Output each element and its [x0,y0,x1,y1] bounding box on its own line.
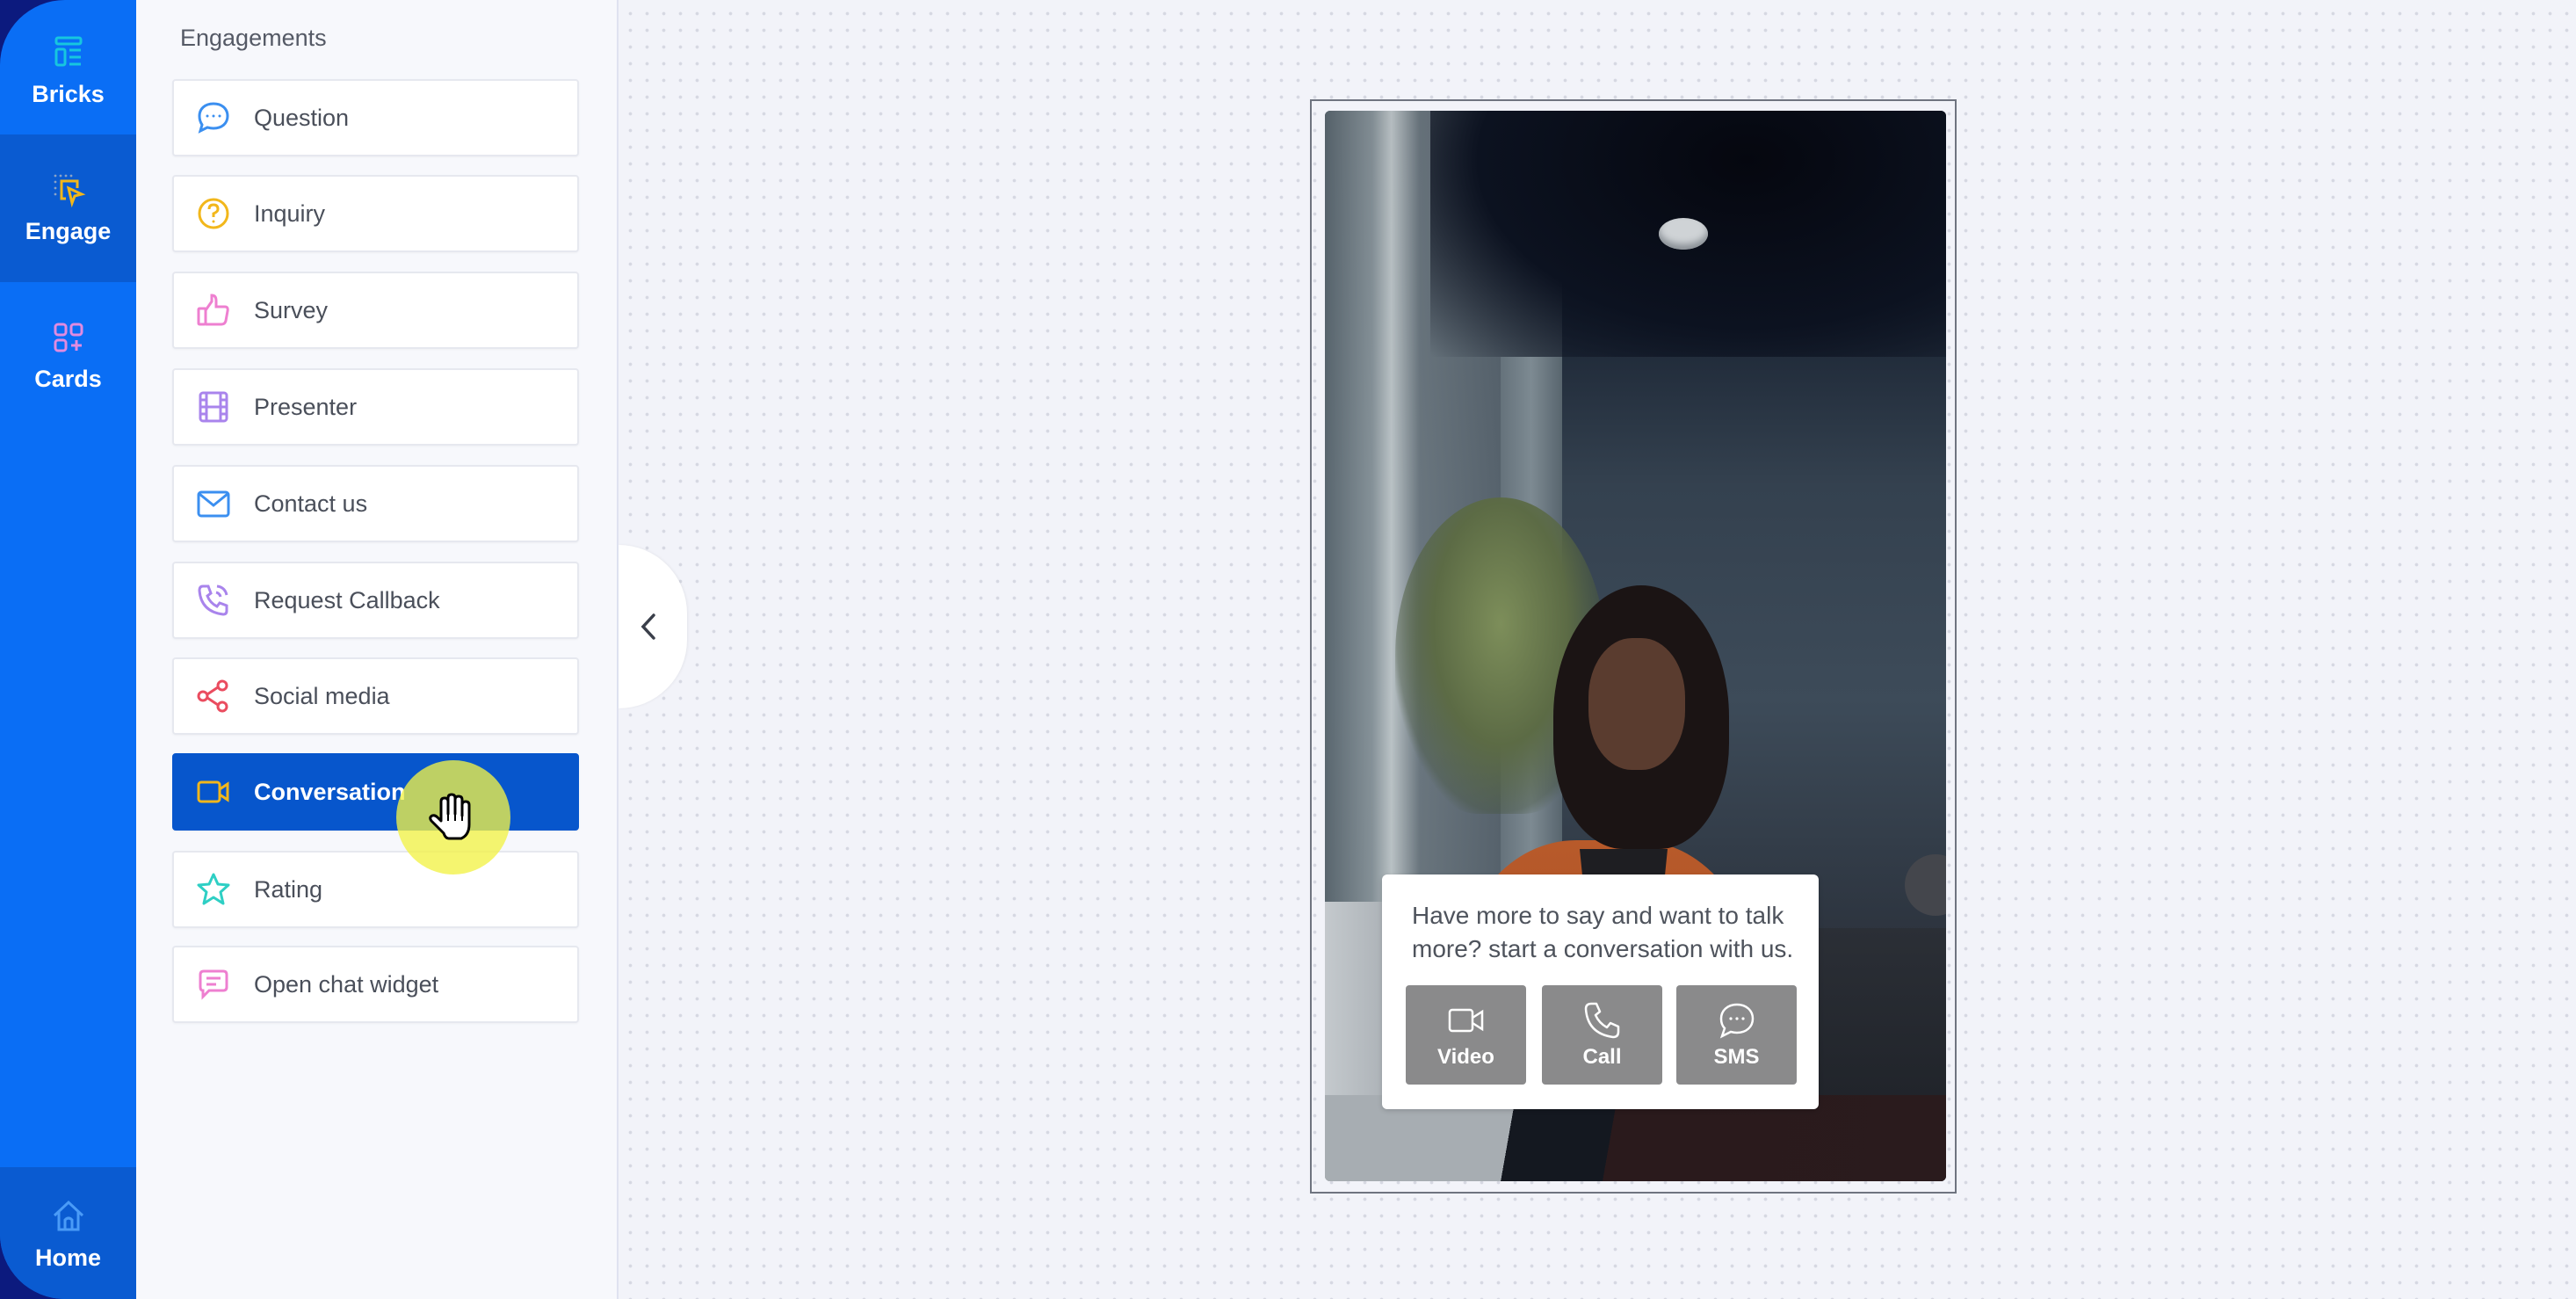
rail-item-label: Cards [34,366,102,392]
rail-item-engage[interactable]: Engage [0,134,136,282]
engagement-label: Open chat widget [254,970,439,998]
conversation-card-text: Have more to say and want to talk more? … [1412,902,1794,962]
mail-icon [197,490,230,518]
video-button[interactable]: Video [1406,985,1526,1085]
cards-icon [54,323,83,352]
star-icon [197,873,230,905]
engagement-item-conversation[interactable]: Conversation [172,753,579,831]
engagement-label: Survey [254,296,329,323]
bricks-icon [54,36,82,67]
engagement-item-contact-us[interactable]: Contact us [172,465,579,542]
chat-bubble-icon [198,102,229,134]
video-camera-icon [1448,1008,1483,1032]
engagement-label: Conversation [254,778,406,805]
engagements-panel: Engagements Question Inquiry Survey Pres… [136,0,619,1299]
engagement-item-request-callback[interactable]: Request Callback [172,562,579,639]
rail-item-label: Bricks [32,81,105,107]
engagement-item-social-media[interactable]: Social media [172,657,579,735]
panel-title: Engagements [180,25,327,51]
chevron-left-icon [640,613,655,640]
engagement-label: Contact us [254,490,368,517]
rail-item-cards[interactable]: Cards [0,282,136,431]
film-icon [199,391,228,423]
engagement-item-question[interactable]: Question [172,79,579,156]
engagement-item-rating[interactable]: Rating [172,851,579,928]
rail-item-label: Engage [25,217,112,244]
rail-item-home[interactable]: Home [0,1167,136,1299]
photo-person-face [1588,638,1685,770]
sms-button[interactable]: SMS [1676,985,1797,1085]
call-button[interactable]: Call [1542,985,1662,1085]
engagement-item-open-chat-widget[interactable]: Open chat widget [172,946,579,1023]
thumbs-up-icon [197,294,229,326]
rail-item-label: Home [34,1244,101,1271]
chat-lines-icon [199,969,228,1000]
home-icon [53,1200,83,1230]
phone-icon [1584,1002,1619,1038]
rail-item-bricks[interactable]: Bricks [0,0,136,134]
left-rail: Bricks Engage Cards Home [0,0,136,1299]
engagement-item-presenter[interactable]: Presenter [172,368,579,446]
photo-lamp [1659,218,1708,250]
video-camera-icon [197,780,229,803]
question-circle-icon [198,198,229,229]
conversation-card: Have more to say and want to talk more? … [1382,874,1819,1109]
call-button-label: Call [1582,1044,1622,1069]
photo-chair-knob [1905,854,1946,916]
engagement-label: Rating [254,875,323,903]
chat-bubble-icon [1719,1003,1754,1038]
sms-button-label: SMS [1713,1044,1760,1069]
engage-icon [54,174,85,207]
share-icon [197,679,228,713]
engagement-label: Request Callback [254,586,440,613]
engagement-label: Presenter [254,393,358,420]
video-button-label: Video [1437,1044,1494,1069]
engagement-item-survey[interactable]: Survey [172,272,579,349]
phone-callback-icon [198,584,228,616]
engagement-label: Inquiry [254,200,326,227]
engagement-label: Social media [254,682,390,709]
engagement-label: Question [254,104,350,131]
engagement-item-inquiry[interactable]: Inquiry [172,175,579,252]
